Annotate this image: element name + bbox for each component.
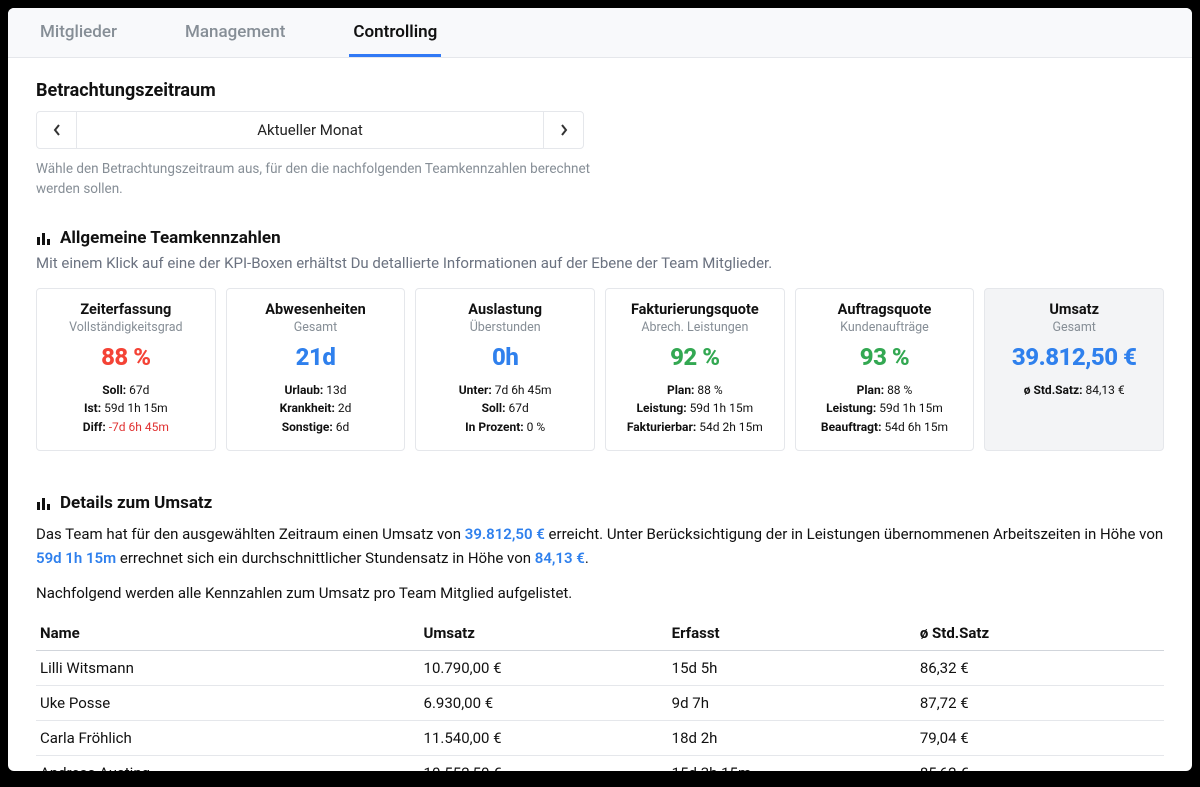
kpi-title: Auslastung — [424, 301, 586, 318]
kpi-box-0[interactable]: Zeiterfassung Vollständigkeitsgrad 88 % Sol… — [36, 288, 216, 452]
kpi-lines: Unter: 7d 6h 45mSoll: 67dIn Prozent: 0 % — [424, 381, 586, 437]
tab-mitglieder[interactable]: Mitglieder — [36, 8, 121, 57]
table-cell: 86,32 € — [916, 650, 1164, 685]
details-table: NameUmsatzErfasstø Std.Satz Lilli Witsma… — [36, 616, 1164, 771]
kpi-value: 39.812,50 € — [993, 343, 1155, 371]
table-cell: 9d 7h — [668, 685, 916, 720]
bar-chart-icon — [36, 496, 52, 510]
table-header: Umsatz — [420, 616, 668, 651]
table-cell: 85,62 € — [916, 755, 1164, 771]
details-paragraph-2: Nachfolgend werden alle Kennzahlen zum U… — [36, 584, 1164, 602]
kpi-subtitle: Vollständigkeitsgrad — [45, 320, 207, 335]
table-cell: 10.552,50 € — [420, 755, 668, 771]
kpi-lines: Soll: 67dIst: 59d 1h 15mDiff: -7d 6h 45m — [45, 381, 207, 437]
table-cell: 18d 2h — [668, 720, 916, 755]
table-cell: 11.540,00 € — [420, 720, 668, 755]
tab-bar: Mitglieder Management Controlling — [8, 8, 1192, 58]
period-prev-button[interactable] — [37, 112, 77, 148]
kpi-title: Auftragsquote — [804, 301, 966, 318]
table-cell: 15d 5h — [668, 650, 916, 685]
kpi-subtitle: Gesamt — [993, 320, 1155, 335]
kpi-box-4[interactable]: Auftragsquote Kundenaufträge 93 % Plan: 88 … — [795, 288, 975, 452]
kpi-lines: Urlaub: 13dKrankheit: 2dSonstige: 6d — [235, 381, 397, 437]
table-cell: 10.790,00 € — [420, 650, 668, 685]
tab-controlling[interactable]: Controlling — [349, 8, 441, 57]
kpi-box-3[interactable]: Fakturierungsquote Abrech. Leistungen 92 %… — [605, 288, 785, 452]
table-cell: Uke Posse — [36, 685, 420, 720]
kpi-subtitle: Gesamt — [235, 320, 397, 335]
kpi-value: 93 % — [804, 343, 966, 371]
details-title-text: Details zum Umsatz — [60, 493, 212, 513]
chevron-right-icon — [559, 123, 569, 137]
table-cell: Carla Fröhlich — [36, 720, 420, 755]
kpi-box-1[interactable]: Abwesenheiten Gesamt 21d Urlaub: 13dKrankhe… — [226, 288, 406, 452]
table-row: Lilli Witsmann10.790,00 €15d 5h86,32 € — [36, 650, 1164, 685]
kpi-grid: Zeiterfassung Vollständigkeitsgrad 88 % Sol… — [36, 288, 1164, 452]
table-cell: 79,04 € — [916, 720, 1164, 755]
table-row: Andreas Austing10.552,50 €15d 3h 15m85,6… — [36, 755, 1164, 771]
period-title: Betrachtungszeitraum — [36, 80, 1164, 101]
kpi-lines: Plan: 88 %Leistung: 59d 1h 15mFakturierb… — [614, 381, 776, 437]
kpi-lines: ø Std.Satz: 84,13 € — [993, 381, 1155, 400]
details-paragraph: Das Team hat für den ausgewählten Zeitra… — [36, 523, 1164, 570]
kpi-section-title-text: Allgemeine Teamkennzahlen — [60, 228, 281, 248]
kpi-value: 92 % — [614, 343, 776, 371]
kpi-section-desc: Mit einem Klick auf eine der KPI-Boxen e… — [36, 254, 1164, 272]
kpi-section-title: Allgemeine Teamkennzahlen — [36, 228, 1164, 248]
table-row: Uke Posse6.930,00 €9d 7h87,72 € — [36, 685, 1164, 720]
kpi-title: Zeiterfassung — [45, 301, 207, 318]
kpi-box-5[interactable]: Umsatz Gesamt 39.812,50 € ø Std.Satz: 84,13… — [984, 288, 1164, 452]
table-cell: Andreas Austing — [36, 755, 420, 771]
kpi-value: 0h — [424, 343, 586, 371]
kpi-title: Fakturierungsquote — [614, 301, 776, 318]
kpi-subtitle: Kundenaufträge — [804, 320, 966, 335]
kpi-subtitle: Überstunden — [424, 320, 586, 335]
period-selector: Aktueller Monat — [36, 111, 584, 149]
table-cell: 87,72 € — [916, 685, 1164, 720]
table-cell: 6.930,00 € — [420, 685, 668, 720]
period-next-button[interactable] — [543, 112, 583, 148]
chevron-left-icon — [52, 123, 62, 137]
kpi-subtitle: Abrech. Leistungen — [614, 320, 776, 335]
details-title: Details zum Umsatz — [36, 493, 1164, 513]
table-header: ø Std.Satz — [916, 616, 1164, 651]
table-cell: Lilli Witsmann — [36, 650, 420, 685]
kpi-lines: Plan: 88 %Leistung: 59d 1h 15mBeauftragt… — [804, 381, 966, 437]
kpi-title: Abwesenheiten — [235, 301, 397, 318]
tab-management[interactable]: Management — [181, 8, 289, 57]
table-row: Carla Fröhlich11.540,00 €18d 2h79,04 € — [36, 720, 1164, 755]
table-header: Name — [36, 616, 420, 651]
kpi-value: 21d — [235, 343, 397, 371]
period-label[interactable]: Aktueller Monat — [77, 112, 543, 148]
kpi-box-2[interactable]: Auslastung Überstunden 0h Unter: 7d 6h 45mS… — [415, 288, 595, 452]
kpi-title: Umsatz — [993, 301, 1155, 318]
period-help: Wähle den Betrachtungszeitraum aus, für … — [36, 159, 596, 200]
bar-chart-icon — [36, 231, 52, 245]
table-cell: 15d 3h 15m — [668, 755, 916, 771]
kpi-value: 88 % — [45, 343, 207, 371]
table-header: Erfasst — [668, 616, 916, 651]
